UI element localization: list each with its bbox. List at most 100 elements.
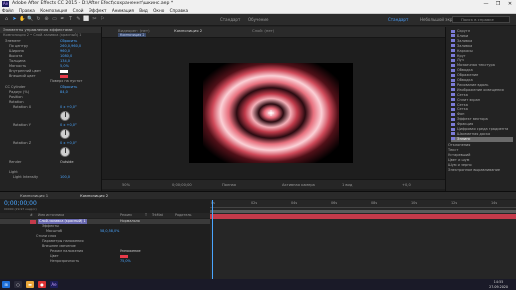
os-taskbar: ⊞ ○ ▬ ● Ae 14:55 27.09.2020 [0, 279, 516, 290]
zoom-tool-icon[interactable]: 🔍 [27, 16, 34, 23]
workspace-active[interactable]: Стандарт [388, 17, 408, 23]
ruler-tick-label: 06s [331, 201, 338, 205]
search-icon[interactable]: ○ [14, 281, 22, 288]
prop-row[interactable]: Rotation Y 0 x +0,0° [0, 123, 101, 128]
prop-value[interactable]: 0 x +0,0° [60, 123, 77, 128]
text-tool-icon[interactable]: T [67, 16, 74, 23]
outer-color-swatch[interactable] [60, 75, 68, 78]
render-dropdown[interactable]: Outside [60, 160, 74, 165]
prop-name: Радиус (%) [9, 90, 30, 94]
effect-preset-icon [451, 63, 455, 67]
effect-preset-icon [451, 68, 455, 72]
effect-list-label: Заливка [457, 43, 473, 48]
browser-icon[interactable]: ● [38, 281, 46, 288]
tab-comp-2[interactable]: Композиция 2 [80, 192, 108, 199]
title-bar: Ae Adobe After Effects CC 2015 - D:\Afte… [0, 0, 516, 8]
menu-file[interactable]: Файл [2, 8, 14, 13]
workspace-learn[interactable]: Обучение [248, 17, 268, 23]
timeline-timecode[interactable]: 0;00;00;00 [4, 200, 37, 207]
menu-window[interactable]: Окно [153, 8, 164, 13]
tab-composition[interactable]: Композиция 2 [174, 28, 202, 33]
minimize-button[interactable]: — [480, 0, 492, 8]
current-time[interactable]: 0;00;00;00 [172, 180, 192, 190]
workspace-standard[interactable]: Стандарт [220, 17, 240, 23]
prop-value[interactable]: 100,0 [60, 175, 70, 180]
zoom-dropdown[interactable]: 50% [122, 180, 130, 190]
menu-composition[interactable]: Композиция [40, 8, 67, 13]
effect-list-label: Рисование вдоль [457, 82, 489, 87]
prop-name: Rotation [9, 100, 24, 104]
effect-list-label: Цифровая среда градиента [457, 127, 509, 131]
maximize-button[interactable]: ❐ [492, 0, 504, 8]
tab-comp-1[interactable]: Композиция 1 [20, 192, 48, 199]
menu-effect[interactable]: Эффект [89, 8, 107, 13]
effect-preset-icon [451, 83, 455, 87]
hand-tool-icon[interactable]: ✋ [19, 16, 26, 23]
effect-preset-icon [451, 132, 455, 136]
prop-name: Внутренний цвет [9, 69, 42, 73]
rotation-z-dial[interactable] [60, 147, 70, 157]
composition-viewer[interactable] [189, 63, 353, 163]
stamp-tool-icon[interactable]: ⬜ [83, 16, 90, 23]
menu-layer[interactable]: Слой [73, 8, 84, 13]
effect-preset-icon [451, 88, 455, 92]
effect-list-label: Сплит экран [457, 97, 481, 102]
glow-color-swatch[interactable] [120, 255, 128, 258]
prop-row[interactable]: Render Outside [0, 160, 101, 165]
rotation-x-dial[interactable] [60, 111, 70, 121]
menu-help[interactable]: Справка [170, 8, 188, 13]
work-area-bar[interactable] [210, 210, 516, 213]
prop-row[interactable]: Rotation X 0 x +0,0° [0, 105, 101, 110]
rotation-y-dial[interactable] [60, 129, 70, 139]
ruler-tick-label: 12s [451, 201, 458, 205]
inner-color-swatch[interactable] [60, 70, 68, 73]
prop-row[interactable]: Rotation Z 0 x +0,0° [0, 141, 101, 146]
clock-date: 27.09.2020 [489, 284, 508, 289]
anchor-tool-icon[interactable]: ⊕ [43, 16, 50, 23]
close-button[interactable]: ✕ [504, 0, 516, 8]
folder-icon[interactable]: ▬ [26, 281, 34, 288]
effect-list-item[interactable]: Эллипс [451, 136, 513, 142]
col-mode: Режим [120, 213, 132, 217]
effect-list-label: Сетка [457, 102, 468, 107]
windows-start-icon[interactable]: ⊞ [2, 281, 10, 288]
after-effects-icon[interactable]: Ae [50, 281, 58, 288]
timeline-track-area[interactable]: 0s02s04s06s08s10s12s14s [210, 200, 516, 279]
layer-duration-bar[interactable] [210, 214, 516, 219]
brush-tool-icon[interactable]: ✎ [75, 16, 82, 23]
render-option[interactable]: Поверх на пустот [50, 79, 82, 83]
eraser-tool-icon[interactable]: ✂ [91, 16, 98, 23]
effect-preset-icon [451, 39, 455, 43]
rectangle-tool-icon[interactable]: ▭ [51, 16, 58, 23]
opacity-value[interactable]: 75,0% [120, 259, 131, 264]
effect-list-label: Ображение [457, 73, 479, 78]
resolution-dropdown[interactable]: Полная [222, 180, 236, 190]
prop-name: Light [9, 170, 18, 174]
prop-row[interactable]: Light Intensity 100,0 [0, 175, 101, 180]
menu-edit[interactable]: Правка [19, 8, 35, 13]
comp-breadcrumb[interactable]: Композиция 2 [118, 33, 147, 37]
prop-value[interactable]: 0 x +0,0° [60, 141, 77, 146]
tab-layer[interactable]: Слой: (нет) [252, 28, 274, 33]
menu-view[interactable]: Вид [139, 8, 148, 13]
camera-dropdown[interactable]: Активная камера [282, 180, 315, 190]
prop-name: Непрозрачность [50, 259, 80, 263]
pen-tool-icon[interactable]: ✒ [59, 16, 66, 23]
prop-row[interactable]: Поверх на пустот [0, 79, 101, 84]
time-ruler[interactable]: 0s02s04s06s08s10s12s14s [210, 200, 516, 208]
prop-value[interactable]: 0 x +0,0° [60, 105, 77, 110]
rotate-tool-icon[interactable]: ↻ [35, 16, 42, 23]
home-tool-icon[interactable]: ⌂ [3, 16, 10, 23]
playhead[interactable] [212, 200, 213, 279]
view-layout-dropdown[interactable]: 1 вид [342, 180, 352, 190]
ruler-tick-label: 04s [291, 201, 298, 205]
help-search-input[interactable]: Поиск в справке [452, 16, 510, 23]
puppet-tool-icon[interactable]: ⚐ [99, 16, 106, 23]
menu-animation[interactable]: Анимация [112, 8, 134, 13]
exposure-value[interactable]: +0,0 [402, 180, 411, 190]
selection-tool-icon[interactable]: ➤ [11, 16, 18, 23]
composition-panel: Видеорег: (нет) Композиция 2 Слой: (нет)… [102, 27, 445, 191]
layer-label-color[interactable] [30, 219, 36, 224]
layer-row[interactable]: Непрозрачность 75,0% [0, 259, 210, 264]
effect-category[interactable]: Электронное выравнивание [448, 168, 510, 173]
